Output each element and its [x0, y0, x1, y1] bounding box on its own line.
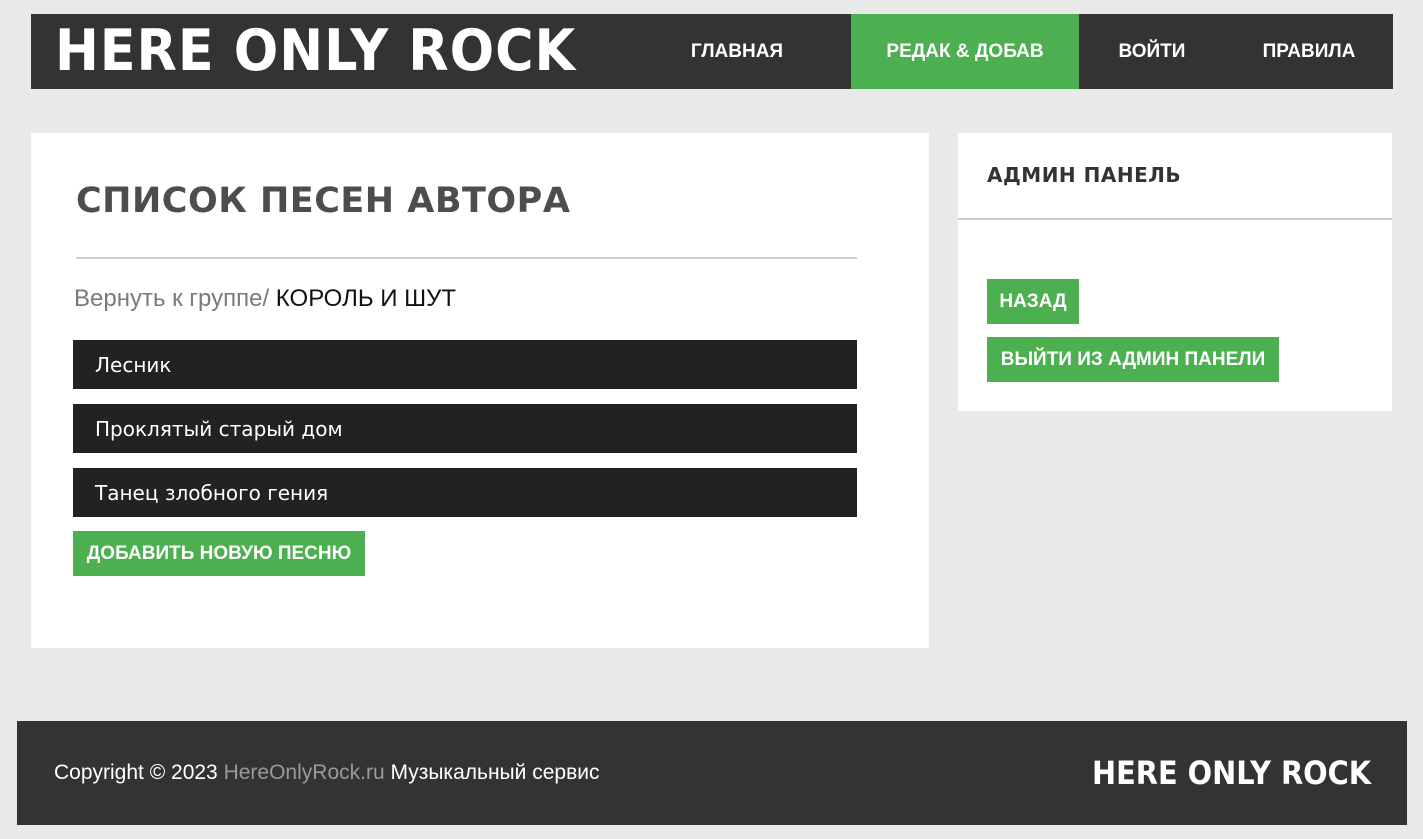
- admin-panel-card: АДМИН ПАНЕЛЬ НАЗАД ВЫЙТИ ИЗ АДМИН ПАНЕЛИ: [958, 133, 1392, 411]
- copyright-text: Copyright © 2023 HereOnlyRock.ru Музыкал…: [54, 721, 599, 825]
- site-name-link[interactable]: HereOnlyRock.ru: [224, 761, 385, 785]
- nav-item-login[interactable]: ВОЙТИ: [1079, 14, 1225, 89]
- site-footer: Copyright © 2023 HereOnlyRock.ru Музыкал…: [17, 721, 1407, 825]
- site-header: HERE ONLY ROCK ГЛАВНАЯ РЕДАК & ДОБАВ ВОЙ…: [31, 14, 1393, 89]
- footer-logo: HERE ONLY ROCK: [1091, 754, 1371, 792]
- site-logo[interactable]: HERE ONLY ROCK: [55, 14, 576, 89]
- service-text: Музыкальный сервис: [384, 761, 600, 784]
- copyright-prefix: Copyright © 2023: [54, 761, 224, 784]
- add-song-button[interactable]: ДОБАВИТЬ НОВУЮ ПЕСНЮ: [73, 531, 365, 576]
- back-button[interactable]: НАЗАД: [987, 279, 1079, 324]
- nav-item-edit-add[interactable]: РЕДАК & ДОБАВ: [851, 14, 1079, 89]
- back-to-group-link[interactable]: Вернуть к группе/: [74, 285, 269, 312]
- main-nav: ГЛАВНАЯ РЕДАК & ДОБАВ ВОЙТИ ПРАВИЛА: [623, 14, 1393, 89]
- song-item-lesnik[interactable]: Лесник: [73, 340, 857, 389]
- page-title: СПИСОК ПЕСЕН АВТОРА: [76, 181, 571, 221]
- admin-panel-title: АДМИН ПАНЕЛЬ: [987, 163, 1182, 187]
- song-item-proklyatyi-staryi-dom[interactable]: Проклятый старый дом: [73, 404, 857, 453]
- admin-panel-divider: [958, 218, 1392, 220]
- song-item-tanets-zlobnogo-geniya[interactable]: Танец злобного гения: [73, 468, 857, 517]
- nav-item-rules[interactable]: ПРАВИЛА: [1225, 14, 1393, 89]
- song-list: Лесник Проклятый старый дом Танец злобно…: [73, 340, 857, 532]
- group-name: КОРОЛЬ И ШУТ: [269, 285, 457, 312]
- title-divider: [76, 257, 857, 259]
- breadcrumb: Вернуть к группе/ КОРОЛЬ И ШУТ: [74, 285, 456, 313]
- nav-item-home[interactable]: ГЛАВНАЯ: [623, 14, 851, 89]
- exit-admin-panel-button[interactable]: ВЫЙТИ ИЗ АДМИН ПАНЕЛИ: [987, 337, 1279, 382]
- song-list-card: СПИСОК ПЕСЕН АВТОРА Вернуть к группе/ КО…: [31, 133, 929, 648]
